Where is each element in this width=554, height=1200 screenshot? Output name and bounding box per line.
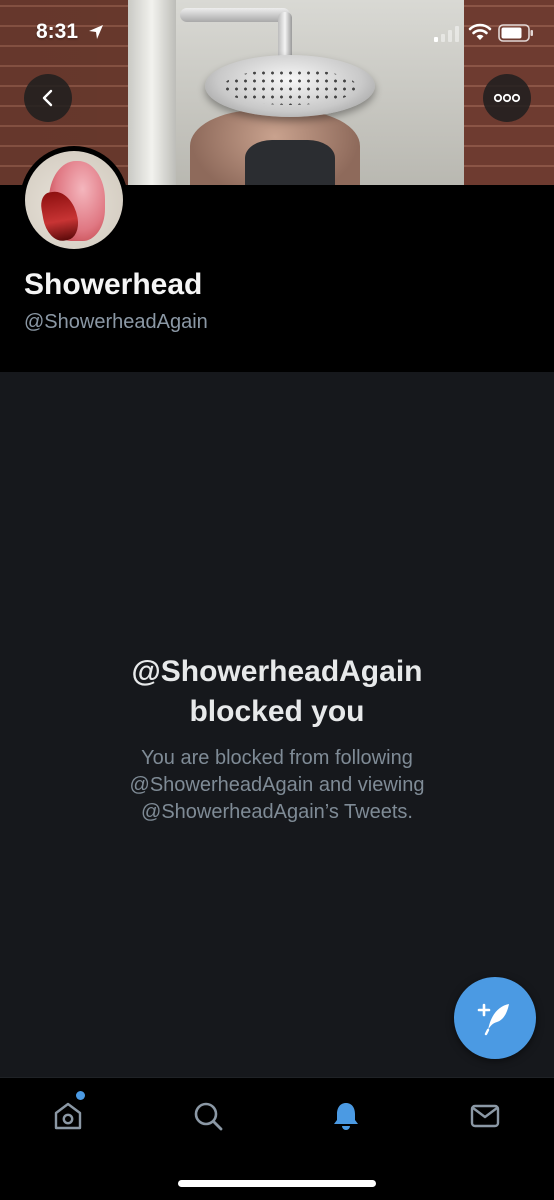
wifi-icon	[468, 23, 492, 40]
tab-search[interactable]	[188, 1096, 228, 1136]
compose-tweet-button[interactable]	[454, 977, 536, 1059]
banner-shower-head	[205, 55, 375, 117]
profile-handle: @ShowerheadAgain	[24, 311, 208, 333]
home-icon	[54, 1102, 82, 1130]
chevron-left-icon	[42, 89, 53, 107]
home-notification-dot	[76, 1091, 85, 1100]
blocked-panel: @ShowerheadAgain blocked you You are blo…	[0, 372, 554, 1077]
banner-person-shirt	[245, 140, 335, 185]
back-button[interactable]	[24, 74, 72, 122]
blocked-description-line: @ShowerheadAgain and viewing	[129, 774, 425, 796]
ellipsis-icon	[493, 93, 521, 103]
status-time: 8:31	[36, 20, 79, 43]
tab-notifications[interactable]	[326, 1096, 366, 1136]
home-indicator	[178, 1180, 376, 1187]
cellular-signal-icon	[434, 26, 459, 42]
location-arrow-icon	[89, 25, 103, 39]
blocked-title-text: blocked you	[189, 695, 365, 728]
avatar[interactable]	[20, 146, 128, 254]
more-options-button[interactable]	[483, 74, 531, 122]
bell-icon	[334, 1103, 358, 1130]
blocked-title: @ShowerheadAgain blocked you	[0, 652, 554, 732]
compose-tweet-icon	[477, 1003, 509, 1036]
blocked-description-line: @ShowerheadAgain’s Tweets.	[141, 801, 413, 823]
mail-icon	[470, 1104, 500, 1128]
tab-messages[interactable]	[465, 1096, 505, 1136]
tab-home[interactable]	[48, 1096, 88, 1136]
profile-display-name: Showerhead	[24, 268, 203, 301]
battery-icon	[498, 24, 533, 42]
status-bar: 8:31	[0, 0, 554, 60]
blocked-description-line: You are blocked from following	[141, 747, 413, 769]
avatar-image	[25, 151, 123, 249]
blocked-description: You are blocked from following @Showerhe…	[60, 745, 494, 826]
blocked-title-handle: @ShowerheadAgain	[131, 655, 423, 688]
search-icon	[194, 1102, 223, 1131]
